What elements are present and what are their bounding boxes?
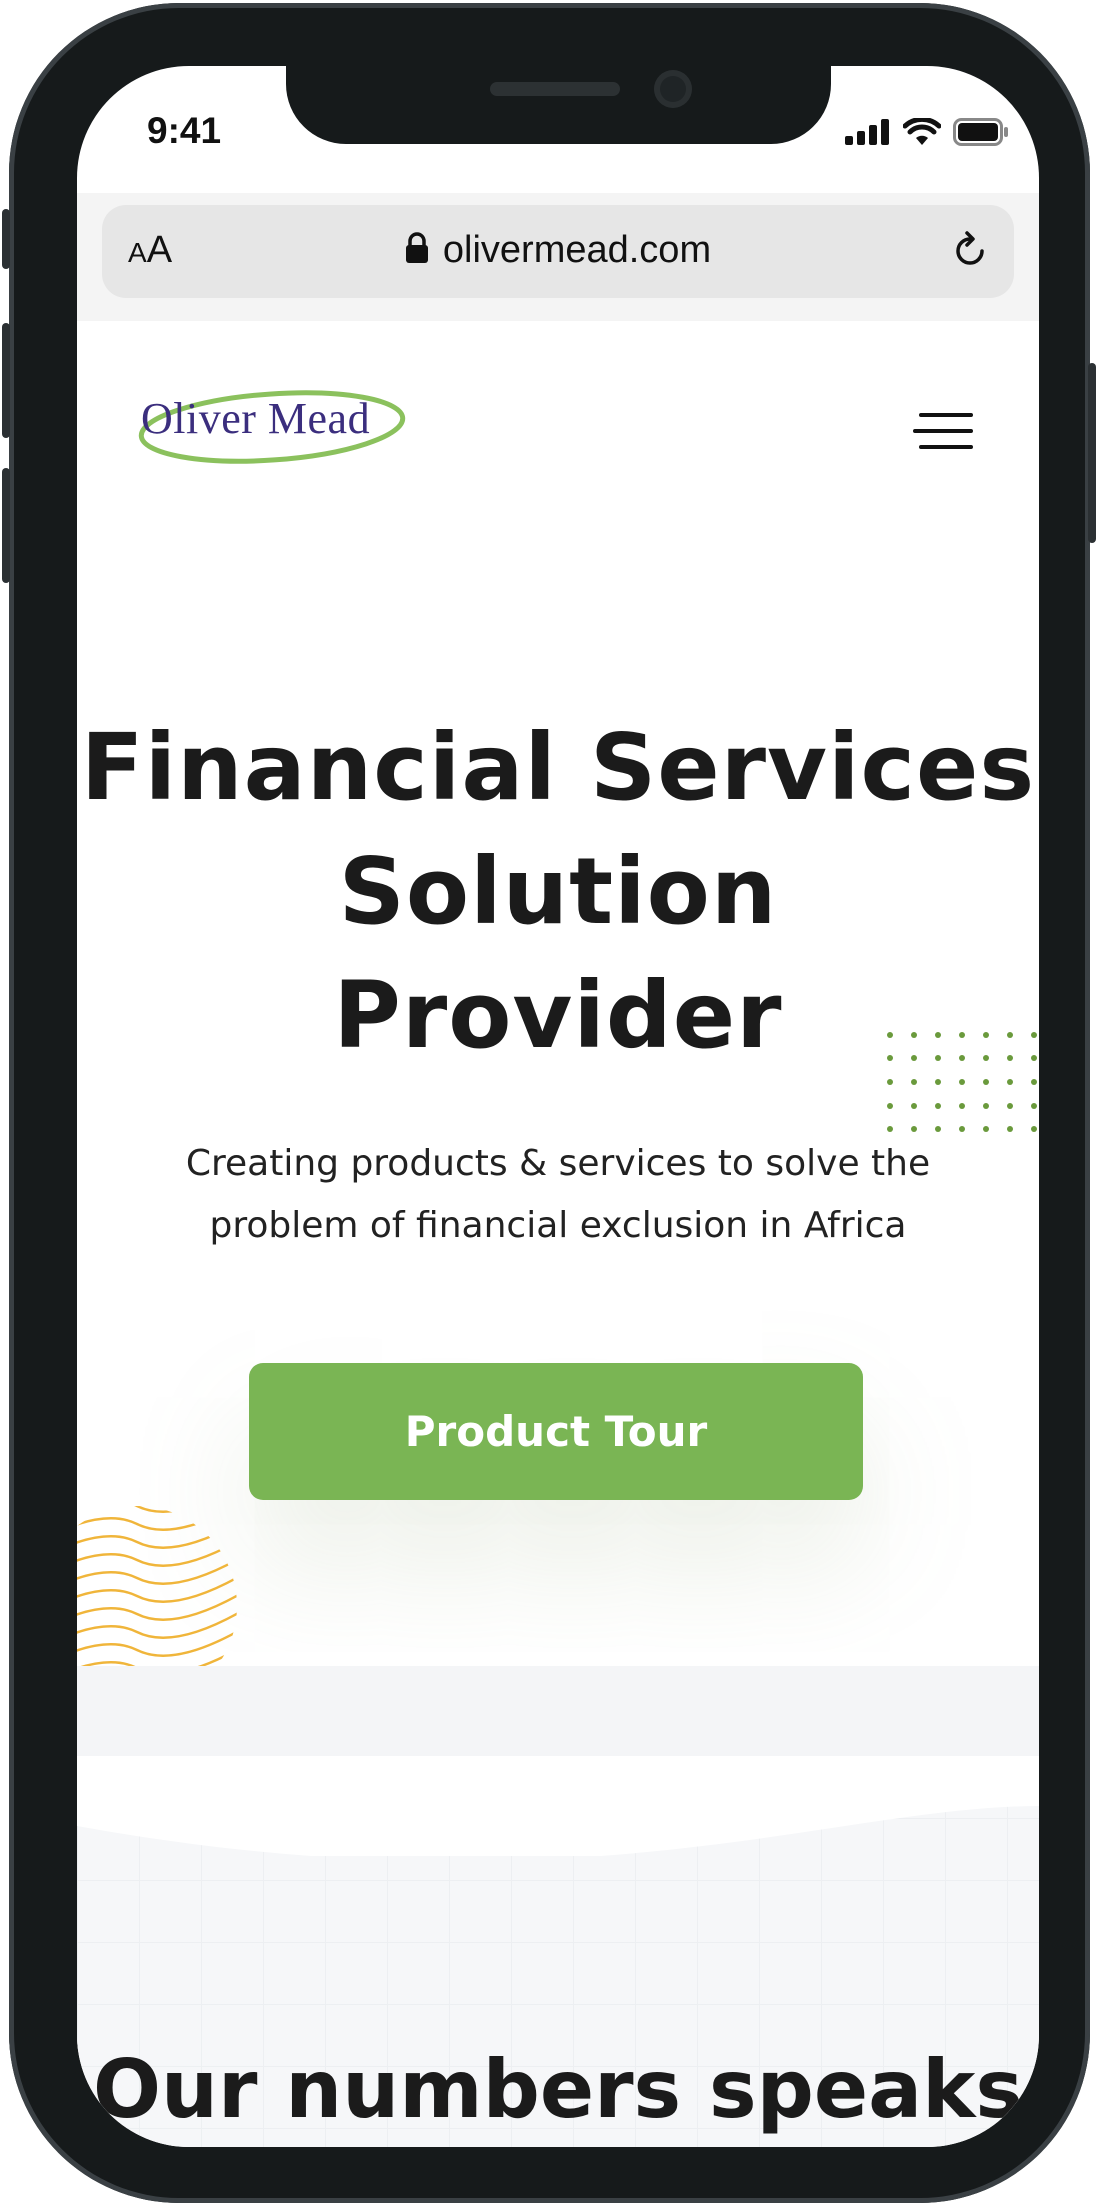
hero-subtitle-line: Creating products & services to solve th… [185, 1143, 931, 1184]
hero-title-line: Solution [338, 838, 778, 945]
side-button-power [1088, 363, 1096, 543]
browser-toolbar: AA olivermead.com [77, 193, 1039, 321]
numbers-section-title: Our numbers speaks [93, 2043, 1023, 2136]
lock-icon [405, 232, 428, 263]
speaker-grille [490, 82, 620, 96]
logo-text: Oliver Mead [141, 394, 371, 443]
phone-frame: 9:41 AA olivermead.com Oliver Mead Finan… [2, 3, 1096, 2203]
status-time: 9:41 [147, 110, 222, 151]
hero-title: Financial Services Solution Provider [77, 706, 1039, 1078]
side-button-volume-up [2, 323, 10, 438]
url-text: olivermead.com [442, 229, 712, 271]
product-tour-button[interactable]: Product Tour [249, 1363, 863, 1500]
signal-icon [845, 119, 889, 145]
hero-title-line: Financial Services [80, 714, 1036, 821]
phone-screen: 9:41 AA olivermead.com Oliver Mead Finan… [77, 66, 1039, 2147]
notch [286, 66, 831, 144]
side-button-mute [2, 209, 10, 269]
wave-divider-decoration [77, 1756, 1039, 1856]
address-bar[interactable]: AA olivermead.com [102, 205, 1014, 298]
section-divider-band [77, 1666, 1039, 1756]
status-icons [845, 118, 1009, 146]
wifi-icon [903, 118, 941, 145]
side-button-volume-down [2, 468, 10, 583]
front-camera [654, 70, 692, 108]
reload-icon[interactable] [948, 229, 992, 273]
hero-subtitle-line: problem of financial exclusion in Africa [209, 1205, 907, 1246]
hamburger-menu-button[interactable] [913, 411, 973, 451]
site-logo[interactable]: Oliver Mead [133, 383, 411, 471]
battery-icon [953, 118, 1008, 146]
menu-line-icon [919, 445, 973, 449]
dot-pattern-decoration [887, 1032, 1037, 1132]
hero-subtitle: Creating products & services to solve th… [137, 1133, 979, 1257]
menu-line-icon [919, 413, 973, 417]
menu-line-icon [913, 429, 973, 433]
url-display[interactable]: olivermead.com [102, 229, 1014, 272]
